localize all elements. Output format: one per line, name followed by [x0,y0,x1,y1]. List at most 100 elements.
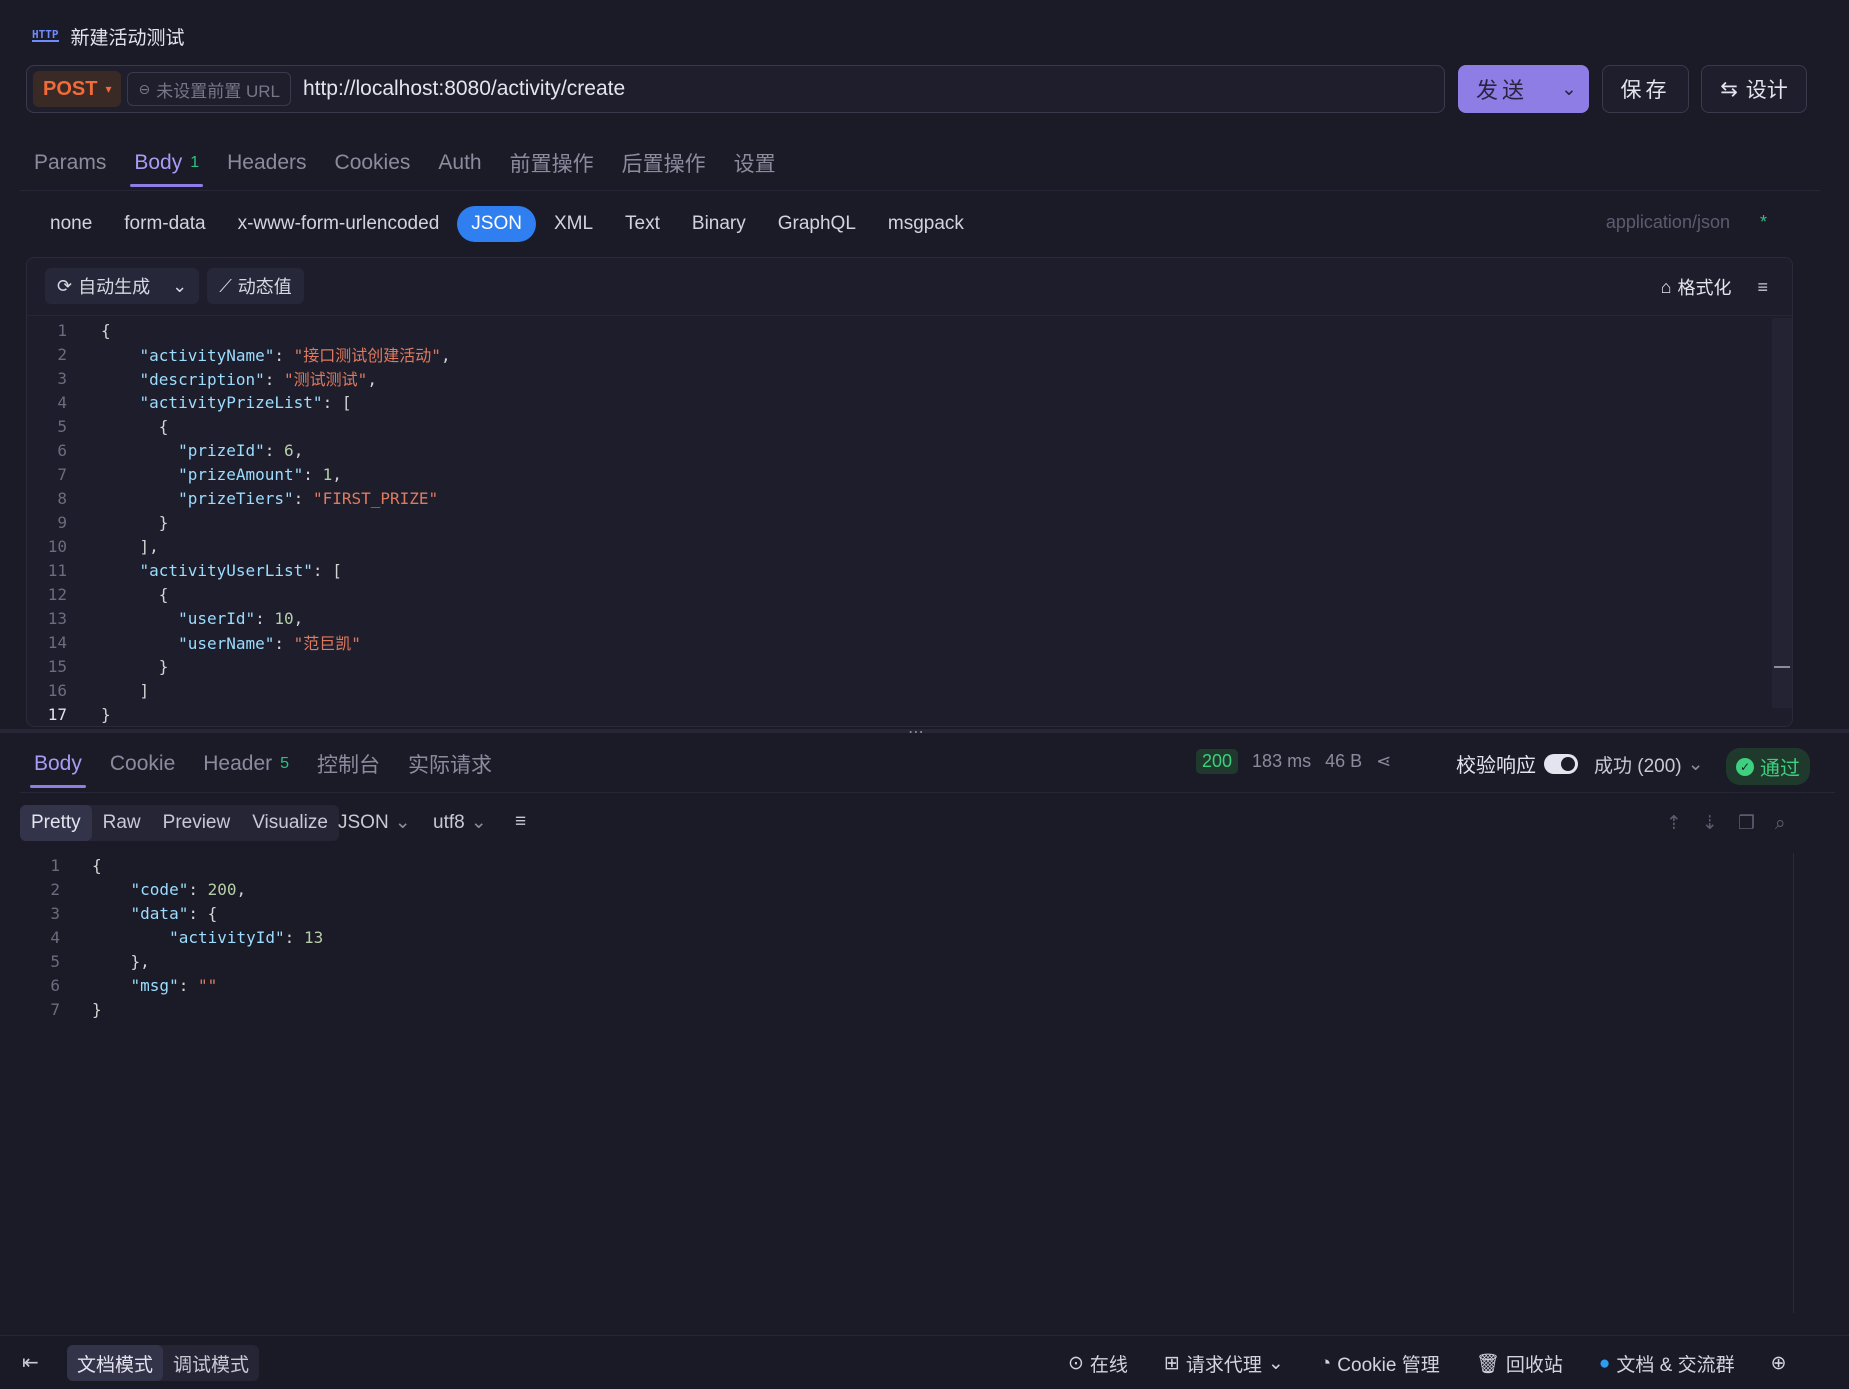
response-scrollbar[interactable] [1793,853,1794,1313]
line-number: 1 [50,855,60,875]
body-type-msgpack[interactable]: msgpack [874,206,978,242]
prefix-url-button[interactable]: ⊖ 未设置前置 URL [127,72,291,106]
chevron-down-icon[interactable]: ⌄ [172,276,187,297]
arrow-up-circle-icon[interactable]: ⊕ [1771,1352,1787,1375]
tab-auth[interactable]: Auth [424,139,495,187]
tab-headers[interactable]: Headers [213,139,320,187]
code-line: 3 "description": "测试测试", [27,366,451,390]
resp-tab-实际请求[interactable]: 实际请求 [394,740,506,788]
view-tab-raw[interactable]: Raw [92,805,152,841]
validate-toggle[interactable] [1544,753,1578,774]
body-type-xml[interactable]: XML [540,206,607,242]
collapse-sidebar-icon[interactable]: ⇤ [22,1350,39,1375]
wrap-lines-icon[interactable]: ≡ [515,811,526,833]
tab-后置操作[interactable]: 后置操作 [608,139,720,187]
chevron-down-icon: ▾ [105,82,112,96]
copy-icon[interactable]: ❐ [1738,812,1755,835]
request-code: 1{2 "activityName": "接口测试创建活动", 3 "descri… [27,318,451,726]
response-code: 1{2 "code": 200, 3 "data": {4 "activityId… [20,853,323,1021]
format-select[interactable]: JSON ⌄ [338,811,411,834]
code-line: 15 } [27,654,451,678]
request-body-editor[interactable]: ⟳ 自动生成 ⌄ ⟋ 动态值 ⌂ 格式化 ≡ 1{2 "activityName… [26,257,1793,727]
body-type-graphql[interactable]: GraphQL [764,206,870,242]
trash-button[interactable]: 🗑 回收站 [1476,1350,1563,1377]
auto-generate-button[interactable]: ⟳ 自动生成 ⌄ [45,268,200,304]
resp-tab-cookie[interactable]: Cookie [96,740,189,788]
line-number: 14 [47,632,67,652]
save-button[interactable]: 保存 [1602,65,1689,113]
share-icon[interactable]: ⋖ [1376,751,1391,772]
content-type-info: application/json * [1606,212,1767,233]
line-text: "userName": "范巨凯" [178,634,361,653]
code-line: 12 { [27,582,451,606]
code-line: 17} [27,702,451,726]
line-text: { [92,855,102,875]
body-type-none[interactable]: none [36,206,106,242]
line-text: ] [101,680,150,700]
resp-tab-控制台[interactable]: 控制台 [303,740,394,788]
tab-cookies[interactable]: Cookies [321,139,425,187]
panel-splitter[interactable] [0,729,1849,733]
url-input[interactable] [296,77,1438,101]
line-text: { [101,584,169,604]
response-meta: 200 183 ms 46 B ⋖ [1196,749,1391,774]
tab-前置操作[interactable]: 前置操作 [496,139,608,187]
format-button[interactable]: ⌂ 格式化 [1661,274,1732,300]
view-tab-preview[interactable]: Preview [152,805,242,841]
validate-select[interactable]: 成功 (200) ⌄ [1594,751,1704,778]
drag-handle-icon[interactable]: ⋯ [908,722,924,742]
body-type-form-data[interactable]: form-data [110,206,219,242]
page-title: 新建活动测试 [70,27,185,49]
line-number: 15 [47,656,67,676]
code-line: 4 "activityId": 13 [20,925,323,949]
tab-body[interactable]: Body 1 [120,139,213,187]
swap-icon: ⇆ [1720,77,1738,101]
tab-label: Headers [227,151,307,174]
tab-设置[interactable]: 设置 [720,139,790,187]
line-text: }, [92,951,150,971]
resp-tab-body[interactable]: Body [20,740,96,788]
code-line: 6 "prizeId": 6, [27,438,451,462]
docs-community-button[interactable]: ● 文档 & 交流群 [1599,1350,1735,1377]
design-button[interactable]: ⇆ 设计 [1701,65,1807,113]
body-type-text[interactable]: Text [611,206,674,242]
encoding-select[interactable]: utf8 ⌄ [433,811,487,834]
code-line: 2 "activityName": "接口测试创建活动", [27,342,450,366]
tab-params[interactable]: Params [20,139,120,187]
method-select[interactable]: POST ▾ [33,71,122,107]
view-tab-pretty[interactable]: Pretty [20,805,92,841]
debug-mode-button[interactable]: 调试模式 [163,1345,259,1381]
cookie-manager-button[interactable]: ◔ Cookie 管理 [1320,1350,1440,1377]
online-status[interactable]: ⊙ 在线 [1068,1350,1128,1377]
cookie-icon: ◔ [1319,1352,1332,1374]
body-type-json[interactable]: JSON [457,206,536,242]
dynamic-value-button[interactable]: ⟋ 动态值 [207,268,304,304]
line-number: 6 [57,440,67,460]
line-text: "prizeTiers": "FIRST_PRIZE" [178,488,439,508]
dynamic-value-label: 动态值 [237,277,292,297]
tab-label: Cookies [334,151,411,174]
upload-icon[interactable]: ⇡ [1666,812,1682,835]
line-text: ], [101,536,159,556]
line-number: 7 [57,464,67,484]
tab-label: Cookie [109,752,176,775]
line-text: "activityId": 13 [169,927,324,947]
editor-scrollbar[interactable] [1772,318,1792,708]
line-number: 16 [47,680,67,700]
line-text: "code": 200, [130,879,247,899]
tab-label: 后置操作 [621,153,706,176]
encoding-select-label: utf8 [433,811,465,833]
code-line: 1{ [27,318,451,342]
view-tab-visualize[interactable]: Visualize [241,805,339,841]
chevron-down-icon[interactable]: ⌄ [1549,78,1589,101]
doc-mode-button[interactable]: 文档模式 [67,1345,164,1381]
download-icon[interactable]: ⇣ [1702,812,1718,835]
search-icon[interactable]: ⌕ [1775,813,1786,835]
proxy-button[interactable]: ⊞ 请求代理 ⌄ [1164,1350,1284,1377]
pass-label: 通过 [1760,758,1800,780]
send-button[interactable]: 发送 ⌄ [1458,65,1589,113]
body-type-binary[interactable]: Binary [678,206,760,242]
wrap-lines-icon[interactable]: ≡ [1757,277,1768,298]
resp-tab-header[interactable]: Header 5 [189,740,303,788]
body-type-x-www-form-urlencoded[interactable]: x-www-form-urlencoded [224,206,454,242]
